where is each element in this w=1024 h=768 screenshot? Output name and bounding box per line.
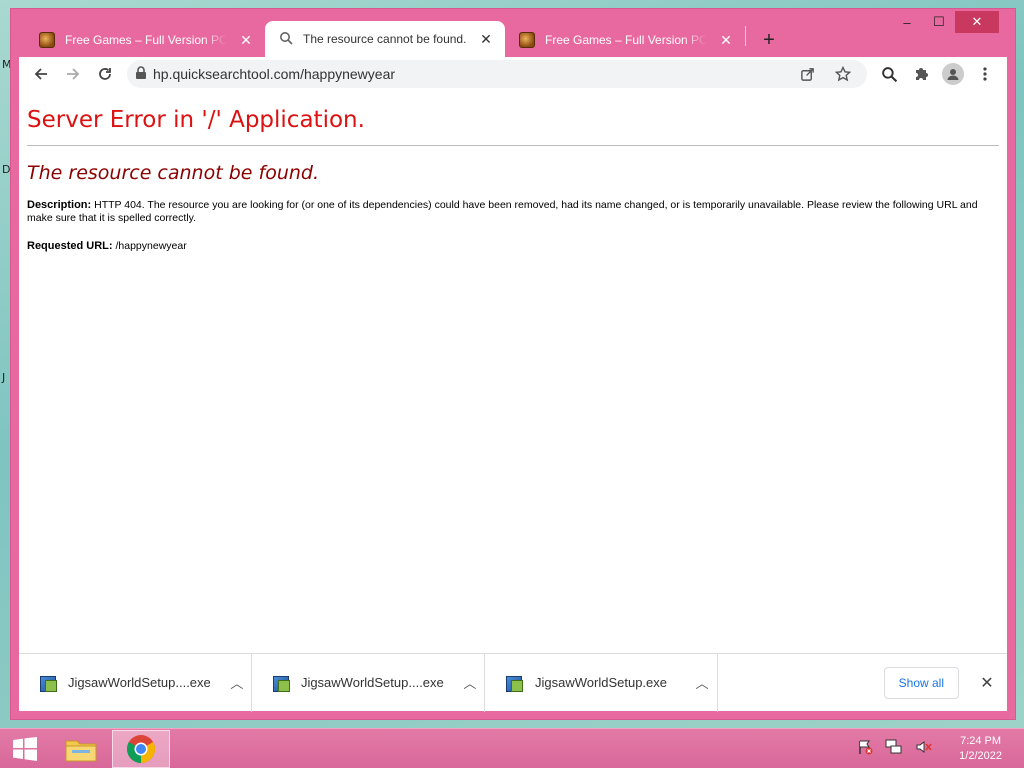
requested-url-label: Requested URL: bbox=[27, 240, 113, 252]
desktop-icon-label[interactable]: J bbox=[2, 371, 5, 384]
description-label: Description: bbox=[27, 199, 92, 211]
tab-title: The resource cannot be found. bbox=[303, 32, 467, 46]
game-icon bbox=[519, 32, 535, 48]
browser-toolbar: hp.quicksearchtool.com/happynewyear bbox=[19, 57, 1007, 91]
description-text: HTTP 404. The resource you are looking f… bbox=[27, 199, 978, 224]
tab-resource-not-found[interactable]: The resource cannot be found. ✕ bbox=[265, 21, 505, 57]
game-icon bbox=[39, 32, 55, 48]
star-icon bbox=[835, 66, 851, 82]
tab-title: Free Games – Full Version PC Ga bbox=[65, 33, 227, 47]
system-tray: 7:24 PM 1/2/2022 bbox=[857, 734, 1024, 764]
more-vert-icon bbox=[983, 67, 987, 81]
arrow-right-icon bbox=[67, 68, 80, 80]
url-text[interactable]: hp.quicksearchtool.com/happynewyear bbox=[153, 66, 395, 82]
close-window-button[interactable]: ✕ bbox=[955, 11, 999, 33]
download-item[interactable]: JigsawWorldSetup....exe ︿ bbox=[252, 653, 485, 712]
close-icon[interactable]: ✕ bbox=[477, 30, 495, 48]
reload-button[interactable] bbox=[89, 60, 121, 88]
tab-strip: Free Games – Full Version PC Ga ✕ The re… bbox=[25, 19, 784, 57]
arrow-left-icon bbox=[34, 68, 47, 80]
title-bar: Free Games – Full Version PC Ga ✕ The re… bbox=[11, 9, 1015, 57]
browser-window: Free Games – Full Version PC Ga ✕ The re… bbox=[10, 8, 1016, 720]
chevron-up-icon[interactable]: ︿ bbox=[223, 673, 251, 692]
search-extension-button[interactable] bbox=[873, 60, 905, 88]
clock-date: 1/2/2022 bbox=[959, 749, 1002, 762]
taskbar: 7:24 PM 1/2/2022 bbox=[0, 728, 1024, 768]
extensions-button[interactable] bbox=[905, 60, 937, 88]
share-button[interactable] bbox=[791, 60, 823, 88]
share-icon bbox=[800, 67, 814, 81]
tab-title: Free Games – Full Version PC Ga bbox=[545, 33, 707, 47]
lock-icon[interactable] bbox=[135, 65, 147, 83]
download-filename[interactable]: JigsawWorldSetup....exe bbox=[301, 675, 444, 690]
address-bar[interactable]: hp.quicksearchtool.com/happynewyear bbox=[127, 60, 867, 88]
close-icon[interactable]: ✕ bbox=[973, 673, 1001, 693]
clock[interactable]: 7:24 PM 1/2/2022 bbox=[959, 734, 1002, 764]
back-button[interactable] bbox=[25, 60, 57, 88]
new-tab-button[interactable]: + bbox=[754, 25, 784, 55]
folder-icon bbox=[65, 740, 97, 761]
network-icon[interactable] bbox=[885, 739, 903, 758]
clock-time: 7:24 PM bbox=[960, 734, 1002, 747]
installer-icon bbox=[272, 674, 290, 692]
chrome-icon bbox=[127, 734, 155, 763]
download-shelf: JigsawWorldSetup....exe ︿ JigsawWorldSet… bbox=[19, 653, 1007, 712]
show-all-button[interactable]: Show all bbox=[883, 666, 959, 699]
chevron-up-icon[interactable]: ︿ bbox=[687, 673, 717, 692]
file-explorer-button[interactable] bbox=[52, 730, 110, 768]
volume-muted-icon[interactable] bbox=[915, 739, 933, 758]
chevron-up-icon[interactable]: ︿ bbox=[456, 673, 484, 692]
tab-free-games-2[interactable]: Free Games – Full Version PC Ga ✕ bbox=[505, 23, 745, 57]
omnibox-actions bbox=[791, 60, 859, 88]
download-item[interactable]: JigsawWorldSetup....exe ︿ bbox=[19, 653, 252, 712]
avatar bbox=[942, 63, 964, 85]
magnifier-icon bbox=[881, 66, 897, 82]
requested-url-value: /happynewyear bbox=[115, 240, 187, 252]
close-icon[interactable]: ✕ bbox=[237, 31, 255, 49]
page-title: Server Error in '/' Application. bbox=[27, 107, 365, 133]
chrome-taskbar-button[interactable] bbox=[112, 729, 170, 768]
search-icon bbox=[279, 31, 293, 48]
window-controls: – ☐ ✕ bbox=[891, 11, 999, 33]
puzzle-icon bbox=[916, 68, 928, 80]
windows-logo-icon bbox=[13, 736, 37, 761]
installer-icon bbox=[505, 674, 523, 692]
divider bbox=[27, 145, 999, 146]
person-icon bbox=[947, 69, 959, 80]
download-item[interactable]: JigsawWorldSetup.exe ︿ bbox=[485, 653, 718, 712]
requested-url: Requested URL: /happynewyear bbox=[27, 240, 999, 253]
download-filename[interactable]: JigsawWorldSetup....exe bbox=[68, 675, 211, 690]
forward-button[interactable] bbox=[57, 60, 89, 88]
menu-button[interactable] bbox=[969, 60, 1001, 88]
error-subtitle: The resource cannot be found. bbox=[27, 162, 320, 184]
bookmark-button[interactable] bbox=[827, 60, 859, 88]
page-content: Server Error in '/' Application. The res… bbox=[19, 91, 1007, 653]
download-filename[interactable]: JigsawWorldSetup.exe bbox=[535, 675, 675, 690]
tab-free-games-1[interactable]: Free Games – Full Version PC Ga ✕ bbox=[25, 23, 265, 57]
profile-button[interactable] bbox=[937, 60, 969, 88]
installer-icon bbox=[39, 674, 57, 692]
tab-separator bbox=[745, 26, 746, 46]
reload-icon bbox=[99, 68, 111, 80]
start-button[interactable] bbox=[0, 729, 50, 768]
minimize-button[interactable]: – bbox=[891, 11, 923, 33]
close-icon[interactable]: ✕ bbox=[717, 31, 735, 49]
action-center-flag-icon[interactable] bbox=[857, 739, 873, 758]
error-description: Description: HTTP 404. The resource you … bbox=[27, 199, 999, 225]
maximize-button[interactable]: ☐ bbox=[923, 11, 955, 33]
